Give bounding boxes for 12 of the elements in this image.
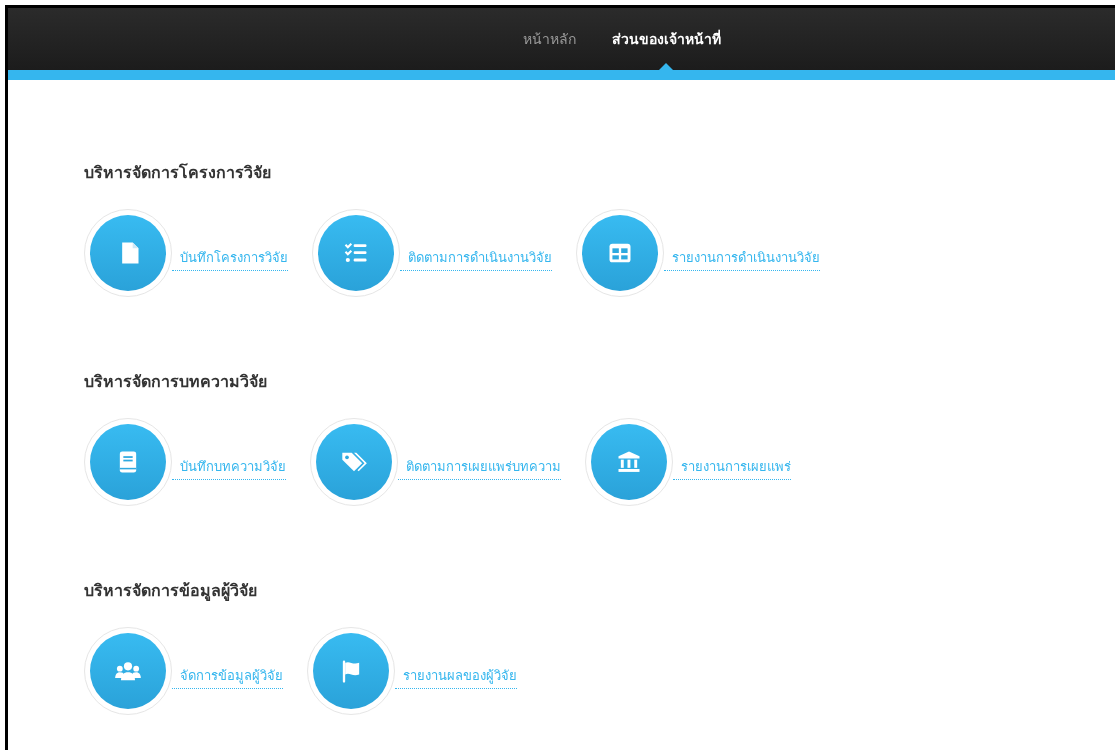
menu-link[interactable]: จัดการข้อมูลผู้วิจัย [172, 665, 283, 689]
menu-link[interactable]: ติดตามการดำเนินงานวิจัย [400, 247, 552, 271]
menu-link[interactable]: ติดตามการเผยแพร่บทความ [398, 456, 561, 480]
menu-link[interactable]: บันทึกบทความวิจัย [172, 456, 286, 480]
menu-link[interactable]: รายงานการเผยแพร่ [673, 456, 791, 480]
menu-link[interactable]: บันทึกโครงการวิจัย [172, 247, 288, 271]
nav-link[interactable]: หน้าหลัก [508, 8, 590, 70]
section-title: บริหารจัดการข้อมูลผู้วิจัย [84, 580, 258, 603]
menu-link[interactable]: รายงานผลของผู้วิจัย [395, 665, 517, 689]
menu-link[interactable]: รายงานการดำเนินงานวิจัย [664, 247, 820, 271]
section-title: บริหารจัดการบทความวิจัย [84, 371, 268, 393]
section-title: บริหารจัดการโครงการวิจัย [84, 162, 272, 184]
